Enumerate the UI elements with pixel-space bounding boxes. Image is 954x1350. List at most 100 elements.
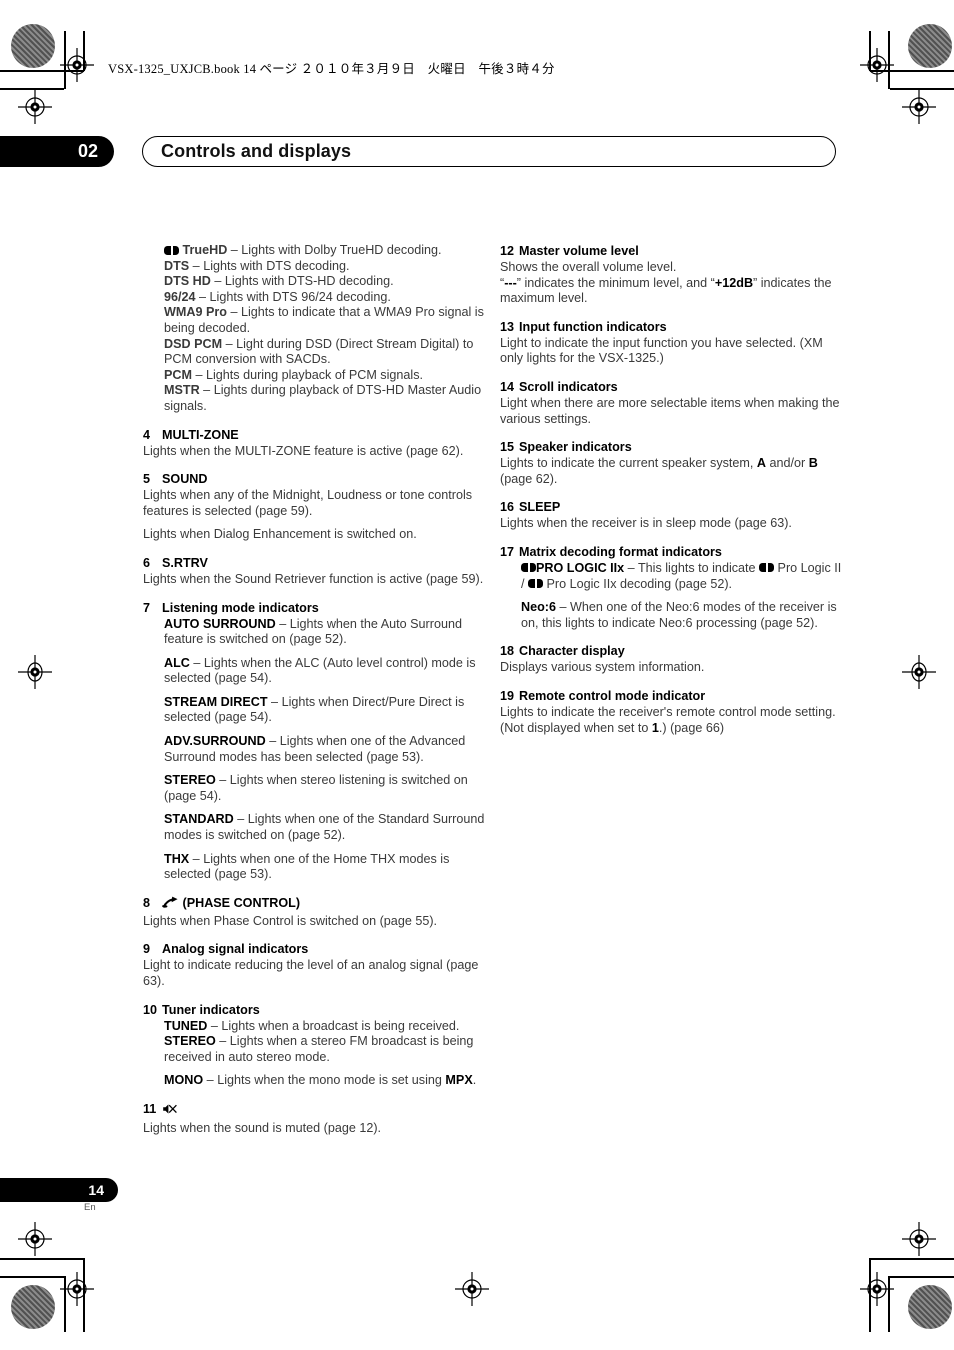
- sub-entry: THX – Lights when one of the Home THX mo…: [164, 852, 485, 883]
- term: PCM: [164, 367, 192, 382]
- list-item: TrueHD – Lights with Dolby TrueHD decodi…: [164, 243, 485, 259]
- page-number-badge: 14: [0, 1178, 118, 1202]
- item-heading: 17 Matrix decoding format indicators: [500, 544, 842, 560]
- item-heading: 7 Listening mode indicators: [143, 600, 485, 616]
- halftone-density-patch: [11, 24, 55, 68]
- continued-indicator-list: TrueHD – Lights with Dolby TrueHD decodi…: [164, 243, 485, 415]
- item-speaker-indicators: 15 Speaker indicators Lights to indicate …: [500, 439, 842, 487]
- item-listening-mode-indicators: 7 Listening mode indicators AUTO SURROUND…: [143, 600, 485, 883]
- item-body: Lights when the sound is muted (page 12)…: [143, 1120, 382, 1135]
- item-title: Tuner indicators: [162, 1002, 260, 1017]
- page-language-code: En: [84, 1202, 96, 1213]
- item-body: Lights when any of the Midnight, Loudnes…: [143, 488, 473, 518]
- remote-mode-value: 1: [651, 720, 659, 735]
- item-body: Lights when Dialog Enhancement is switch…: [143, 527, 417, 542]
- term: STEREO: [164, 773, 216, 788]
- term-mpx: MPX: [445, 1073, 473, 1088]
- item-heading: 10 Tuner indicators: [143, 1002, 485, 1018]
- term: MSTR: [164, 383, 200, 398]
- list-item: PCM – Lights during playback of PCM sign…: [164, 368, 485, 384]
- description: – Lights when the mono mode is set using: [203, 1073, 446, 1088]
- halftone-density-patch: [908, 24, 952, 68]
- max-level-value: +12dB: [714, 275, 754, 290]
- item-body: Light to indicate the input function you…: [500, 335, 823, 366]
- item-body-rich: Lights to indicate the current speaker s…: [500, 456, 842, 487]
- registration-target: [18, 1222, 52, 1256]
- description: – Lights when one of the Home THX modes …: [164, 851, 450, 882]
- item-title: Master volume level: [519, 244, 639, 258]
- page-title-text: Controls and displays: [161, 141, 352, 161]
- item-heading: 18 Character display: [500, 643, 842, 659]
- item-analog-signal-indicators: 9 Analog signal indicators Light to indic…: [143, 941, 485, 989]
- item-sound: 5 SOUND Lights when any of the Midnight, …: [143, 471, 485, 543]
- item-input-function-indicators: 13 Input function indicators Light to ind…: [500, 319, 842, 367]
- text-post: (page 62).: [500, 471, 558, 486]
- sub-entry: AUTO SURROUND – Lights when the Auto Sur…: [164, 617, 485, 648]
- item-number: 4: [143, 427, 151, 442]
- item-body: Lights when the Sound Retriever function…: [143, 571, 484, 586]
- item-scroll-indicators: 14 Scroll indicators Light when there are…: [500, 379, 842, 427]
- sub-entry: STEREO – Lights when stereo listening is…: [164, 773, 485, 804]
- text-mid: ” indicates the minimum level, and “: [516, 275, 715, 290]
- item-number: 12: [500, 244, 515, 258]
- list-item: DSD PCM – Light during DSD (Direct Strea…: [164, 337, 485, 368]
- dolby-logo-icon: [759, 563, 775, 573]
- speaker-b-label: B: [808, 456, 818, 471]
- item-title: SOUND: [162, 472, 208, 487]
- sub-entry: MONO – Lights when the mono mode is set …: [164, 1073, 485, 1089]
- registration-target: [60, 1272, 94, 1306]
- dolby-logo-icon: [164, 245, 179, 255]
- registration-target: [60, 48, 94, 82]
- page-title: Controls and displays: [142, 136, 836, 167]
- item-title: Listening mode indicators: [162, 600, 319, 615]
- mute-icon: [162, 1102, 178, 1120]
- item-heading: 9 Analog signal indicators: [143, 941, 485, 957]
- item-tuner-indicators: 10 Tuner indicators TUNED – Lights when a…: [143, 1002, 485, 1089]
- item-number: 16: [500, 500, 515, 515]
- term: Neo:6: [521, 600, 556, 615]
- item-title: Scroll indicators: [519, 379, 618, 394]
- term: AUTO SURROUND: [164, 616, 276, 631]
- item-s-rtrv: 6 S.RTRV Lights when the Sound Retriever …: [143, 555, 485, 588]
- item-number: 5: [143, 472, 151, 487]
- registration-target: [18, 90, 52, 124]
- item-number: 14: [500, 379, 515, 394]
- item-heading: 4 MULTI-ZONE: [143, 427, 485, 443]
- term: WMA9 Pro: [164, 305, 227, 320]
- term: STREAM DIRECT: [164, 694, 268, 709]
- item-sleep: 16 SLEEP Lights when the receiver is in s…: [500, 499, 842, 532]
- item-body-rich: “---” indicates the minimum level, and “…: [500, 276, 842, 307]
- term: ALC: [164, 655, 190, 670]
- chapter-number: 02: [77, 141, 98, 161]
- registration-target: [18, 655, 52, 689]
- dolby-logo-icon: [528, 579, 543, 589]
- text-mid: .) (page 66): [658, 720, 725, 735]
- item-body: Lights when Phase Control is switched on…: [143, 913, 438, 928]
- sub-entry: STEREO – Lights when a stereo FM broadca…: [164, 1034, 485, 1065]
- term: ADV.SURROUND: [164, 734, 266, 749]
- item-number: 10: [143, 1002, 158, 1017]
- description: – Lights with DTS-HD decoding.: [210, 274, 394, 289]
- chapter-number-badge: 02: [0, 136, 114, 167]
- item-matrix-decoding-format-indicators: 17 Matrix decoding format indicators PRO …: [500, 544, 842, 631]
- item-title: Analog signal indicators: [162, 942, 309, 957]
- item-number: 9: [143, 942, 151, 957]
- registration-target: [860, 1272, 894, 1306]
- item-heading: 15 Speaker indicators: [500, 439, 842, 455]
- text-mid: and/or: [766, 456, 809, 471]
- description: – Lights during playback of PCM signals.: [192, 367, 424, 382]
- list-item: MSTR – Lights during playback of DTS-HD …: [164, 383, 485, 414]
- item-title: SLEEP: [519, 500, 561, 515]
- item-number: 7: [143, 600, 151, 615]
- list-item: DTS HD – Lights with DTS-HD decoding.: [164, 274, 485, 290]
- item-title: Matrix decoding format indicators: [519, 544, 722, 559]
- term: PRO LOGIC IIx: [536, 560, 625, 575]
- crop-line: [870, 1258, 954, 1260]
- left-column: TrueHD – Lights with Dolby TrueHD decodi…: [143, 243, 485, 1137]
- list-item: 96/24 – Lights with DTS 96/24 decoding.: [164, 290, 485, 306]
- book-file-header: VSX-1325_UXJCB.book 14 ページ ２０１０年３月９日 火曜日…: [108, 62, 555, 76]
- crop-line: [890, 1276, 954, 1278]
- dolby-logo-icon: [521, 563, 536, 573]
- registration-target: [455, 1272, 489, 1306]
- sub-entry: STREAM DIRECT – Lights when Direct/Pure …: [164, 695, 485, 726]
